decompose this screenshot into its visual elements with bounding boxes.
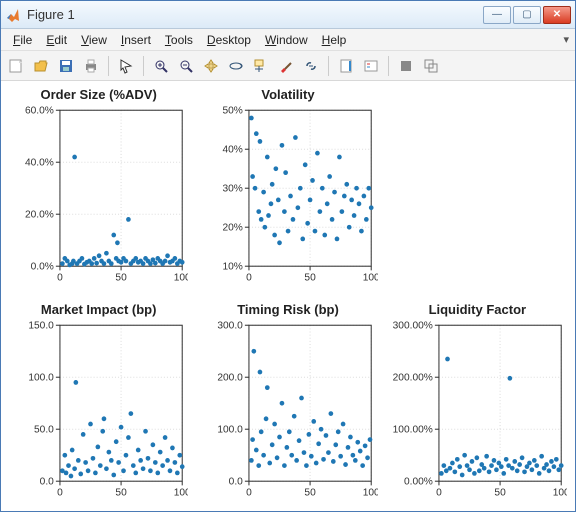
hide-plot-tools-icon[interactable] [395,55,417,77]
subplot-grid: Order Size (%ADV) 0 50 100 0.0% 20.0% 40.0% 60.… [9,87,567,503]
toolbar-separator [328,56,329,76]
show-plot-tools-icon[interactable] [420,55,442,77]
toolbar-separator [108,56,109,76]
svg-text:0: 0 [57,488,63,499]
svg-text:100.0: 100.0 [218,424,244,435]
subplot-volatility[interactable]: Volatility 0 50 100 10% 20% 30% 40% 50% [198,87,377,288]
figure-area: Order Size (%ADV) 0 50 100 0.0% 20.0% 40.0% 60.… [1,81,575,511]
plot-title: Volatility [198,87,377,102]
svg-text:0: 0 [246,488,252,499]
svg-text:20%: 20% [223,222,243,233]
brush-icon[interactable] [275,55,297,77]
rotate3d-icon[interactable] [225,55,247,77]
save-icon[interactable] [55,55,77,77]
svg-text:100: 100 [363,488,378,499]
edit-plot-icon[interactable] [115,55,137,77]
plot-title: Market Impact (bp) [9,302,188,317]
svg-text:0.0: 0.0 [40,476,54,487]
svg-text:50.0: 50.0 [34,424,54,435]
subplot-timing-risk[interactable]: Timing Risk (bp) 0 50 100 0.0 100.0 200.0 300.0 [198,302,377,503]
svg-text:100.0: 100.0 [28,372,54,383]
svg-text:40%: 40% [223,144,243,155]
menu-tools[interactable]: Tools [159,31,199,49]
svg-text:300.0: 300.0 [218,320,244,331]
menu-expand-icon[interactable]: ▾ [563,33,569,46]
zoom-out-icon[interactable] [175,55,197,77]
window-title: Figure 1 [27,7,483,22]
svg-text:50: 50 [115,488,127,499]
plot-title: Timing Risk (bp) [198,302,377,317]
svg-text:50: 50 [494,488,506,499]
menu-file[interactable]: File [7,31,38,49]
svg-text:100: 100 [552,488,567,499]
svg-text:0: 0 [57,273,63,284]
print-icon[interactable] [80,55,102,77]
svg-text:100: 100 [174,273,189,284]
svg-text:200.00%: 200.00% [392,372,432,383]
toolbar-separator [143,56,144,76]
svg-text:10%: 10% [223,261,243,272]
menu-window[interactable]: Window [259,31,314,49]
menu-edit[interactable]: Edit [40,31,73,49]
subplot-order-size[interactable]: Order Size (%ADV) 0 50 100 0.0% 20.0% 40.0% 60.… [9,87,188,288]
svg-text:0.0: 0.0 [229,476,243,487]
link-icon[interactable] [300,55,322,77]
plot-title: Liquidity Factor [388,302,567,317]
menu-help[interactable]: Help [316,31,353,49]
svg-text:50: 50 [305,273,317,284]
toolbar-separator [388,56,389,76]
svg-text:30%: 30% [223,183,243,194]
figure-window: Figure 1 — ▢ ✕ File Edit View Insert Too… [0,0,576,512]
plot-title: Order Size (%ADV) [9,87,188,102]
svg-text:50: 50 [305,488,317,499]
menu-view[interactable]: View [75,31,113,49]
insert-legend-icon[interactable] [360,55,382,77]
maximize-button[interactable]: ▢ [513,6,541,24]
new-figure-icon[interactable] [5,55,27,77]
svg-text:0: 0 [436,488,442,499]
svg-text:50: 50 [115,273,127,284]
svg-text:100: 100 [363,273,378,284]
matlab-icon [5,7,21,23]
minimize-button[interactable]: — [483,6,511,24]
svg-text:0.0%: 0.0% [31,261,54,272]
toolbar [1,51,575,81]
menubar: File Edit View Insert Tools Desktop Wind… [1,29,575,51]
subplot-market-impact[interactable]: Market Impact (bp) 0 50 100 0.0 50.0 100.0 150.… [9,302,188,503]
zoom-in-icon[interactable] [150,55,172,77]
pan-icon[interactable] [200,55,222,77]
svg-text:50%: 50% [223,105,243,116]
svg-text:60.0%: 60.0% [25,105,54,116]
close-button[interactable]: ✕ [543,6,571,24]
menu-insert[interactable]: Insert [115,31,157,49]
svg-text:20.0%: 20.0% [25,209,54,220]
open-icon[interactable] [30,55,52,77]
svg-text:0.00%: 0.00% [404,476,433,487]
svg-text:100: 100 [174,488,189,499]
svg-text:40.0%: 40.0% [25,157,54,168]
menu-desktop[interactable]: Desktop [201,31,257,49]
svg-text:200.0: 200.0 [218,372,244,383]
svg-text:150.0: 150.0 [28,320,54,331]
data-cursor-icon[interactable] [250,55,272,77]
window-controls: — ▢ ✕ [483,6,571,24]
svg-text:0: 0 [246,273,252,284]
subplot-liquidity-factor[interactable]: Liquidity Factor 0 50 100 0.00% 100.00% 200.00… [388,302,567,503]
svg-text:300.00%: 300.00% [392,320,432,331]
titlebar[interactable]: Figure 1 — ▢ ✕ [1,1,575,29]
insert-colorbar-icon[interactable] [335,55,357,77]
svg-text:100.00%: 100.00% [392,424,432,435]
